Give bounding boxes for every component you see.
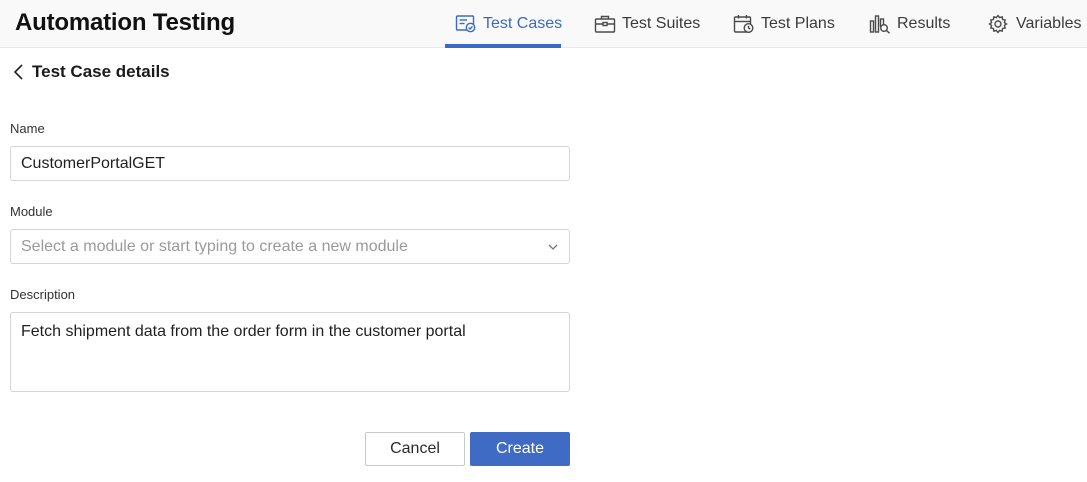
tab-test-suites-label: Test Suites xyxy=(622,15,701,32)
create-button[interactable]: Create xyxy=(470,432,570,466)
app-title: Automation Testing xyxy=(15,9,235,36)
back-button[interactable]: Test Case details xyxy=(12,62,170,82)
tab-results-label: Results xyxy=(897,15,951,32)
cancel-button[interactable]: Cancel xyxy=(365,432,465,466)
test-cases-icon xyxy=(455,15,476,33)
name-label: Name xyxy=(10,121,45,136)
top-navigation-bar: Automation Testing Test Cases Test Suite… xyxy=(0,0,1087,48)
tab-results[interactable]: Results xyxy=(869,0,950,48)
tab-variables[interactable]: Variables xyxy=(988,0,1082,48)
module-select[interactable]: Select a module or start typing to creat… xyxy=(10,229,570,264)
tab-test-cases-label: Test Cases xyxy=(483,15,563,32)
module-label: Module xyxy=(10,204,53,219)
page-title: Test Case details xyxy=(32,62,170,81)
description-textarea[interactable]: Fetch shipment data from the order form … xyxy=(10,312,570,392)
chart-search-icon xyxy=(869,15,890,34)
gear-icon xyxy=(988,14,1008,34)
calendar-clock-icon xyxy=(733,15,754,34)
briefcase-icon xyxy=(594,15,616,33)
tab-test-suites[interactable]: Test Suites xyxy=(594,0,700,48)
chevron-down-icon[interactable] xyxy=(547,242,559,252)
description-label: Description xyxy=(10,287,76,302)
tab-test-plans-label: Test Plans xyxy=(761,15,835,32)
module-placeholder: Select a module or start typing to creat… xyxy=(21,237,408,255)
tab-test-plans[interactable]: Test Plans xyxy=(733,0,835,48)
name-input[interactable]: CustomerPortalGET xyxy=(10,146,570,181)
tab-test-cases[interactable]: Test Cases xyxy=(445,0,563,48)
chevron-left-icon xyxy=(13,64,23,80)
tab-variables-label: Variables xyxy=(1016,15,1082,32)
